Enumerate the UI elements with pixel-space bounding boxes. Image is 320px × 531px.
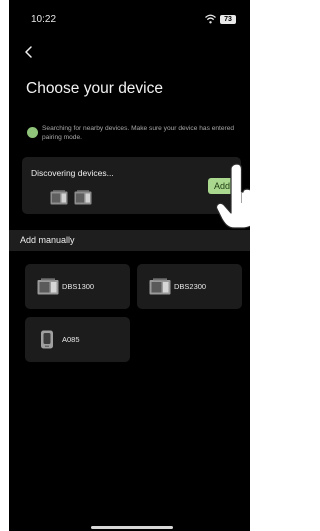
device-card-dbs1300[interactable]: DBS1300 xyxy=(25,264,130,309)
app-screen: 10:22 73 Choose your device Searching fo… xyxy=(9,0,250,531)
battery-icon: 73 xyxy=(220,14,236,24)
status-time: 10:22 xyxy=(31,14,57,25)
power-station-icon xyxy=(37,278,59,295)
power-station-icon[interactable] xyxy=(74,190,92,205)
portable-battery-icon xyxy=(41,330,53,349)
add-manually-label: Add manually xyxy=(20,235,75,245)
device-label: DBS2300 xyxy=(174,282,207,291)
device-card-a085[interactable]: A085 xyxy=(25,317,130,362)
searching-indicator-icon xyxy=(27,127,38,138)
wifi-icon xyxy=(205,14,216,24)
discovering-label: Discovering devices... xyxy=(31,168,114,178)
power-station-icon[interactable] xyxy=(50,190,68,205)
page-title: Choose your device xyxy=(26,80,163,97)
search-status: Searching for nearby devices. Make sure … xyxy=(26,124,240,148)
device-label: A085 xyxy=(62,335,80,344)
home-indicator[interactable] xyxy=(91,526,173,529)
device-card-dbs2300[interactable]: DBS2300 xyxy=(137,264,242,309)
power-station-icon xyxy=(149,278,171,295)
add-manually-header: Add manually xyxy=(9,230,250,251)
back-button[interactable] xyxy=(21,44,37,60)
status-icons: 73 xyxy=(205,14,236,24)
status-bar: 10:22 73 xyxy=(9,14,250,28)
search-status-text: Searching for nearby devices. Make sure … xyxy=(42,125,235,141)
device-label: DBS1300 xyxy=(62,282,95,291)
